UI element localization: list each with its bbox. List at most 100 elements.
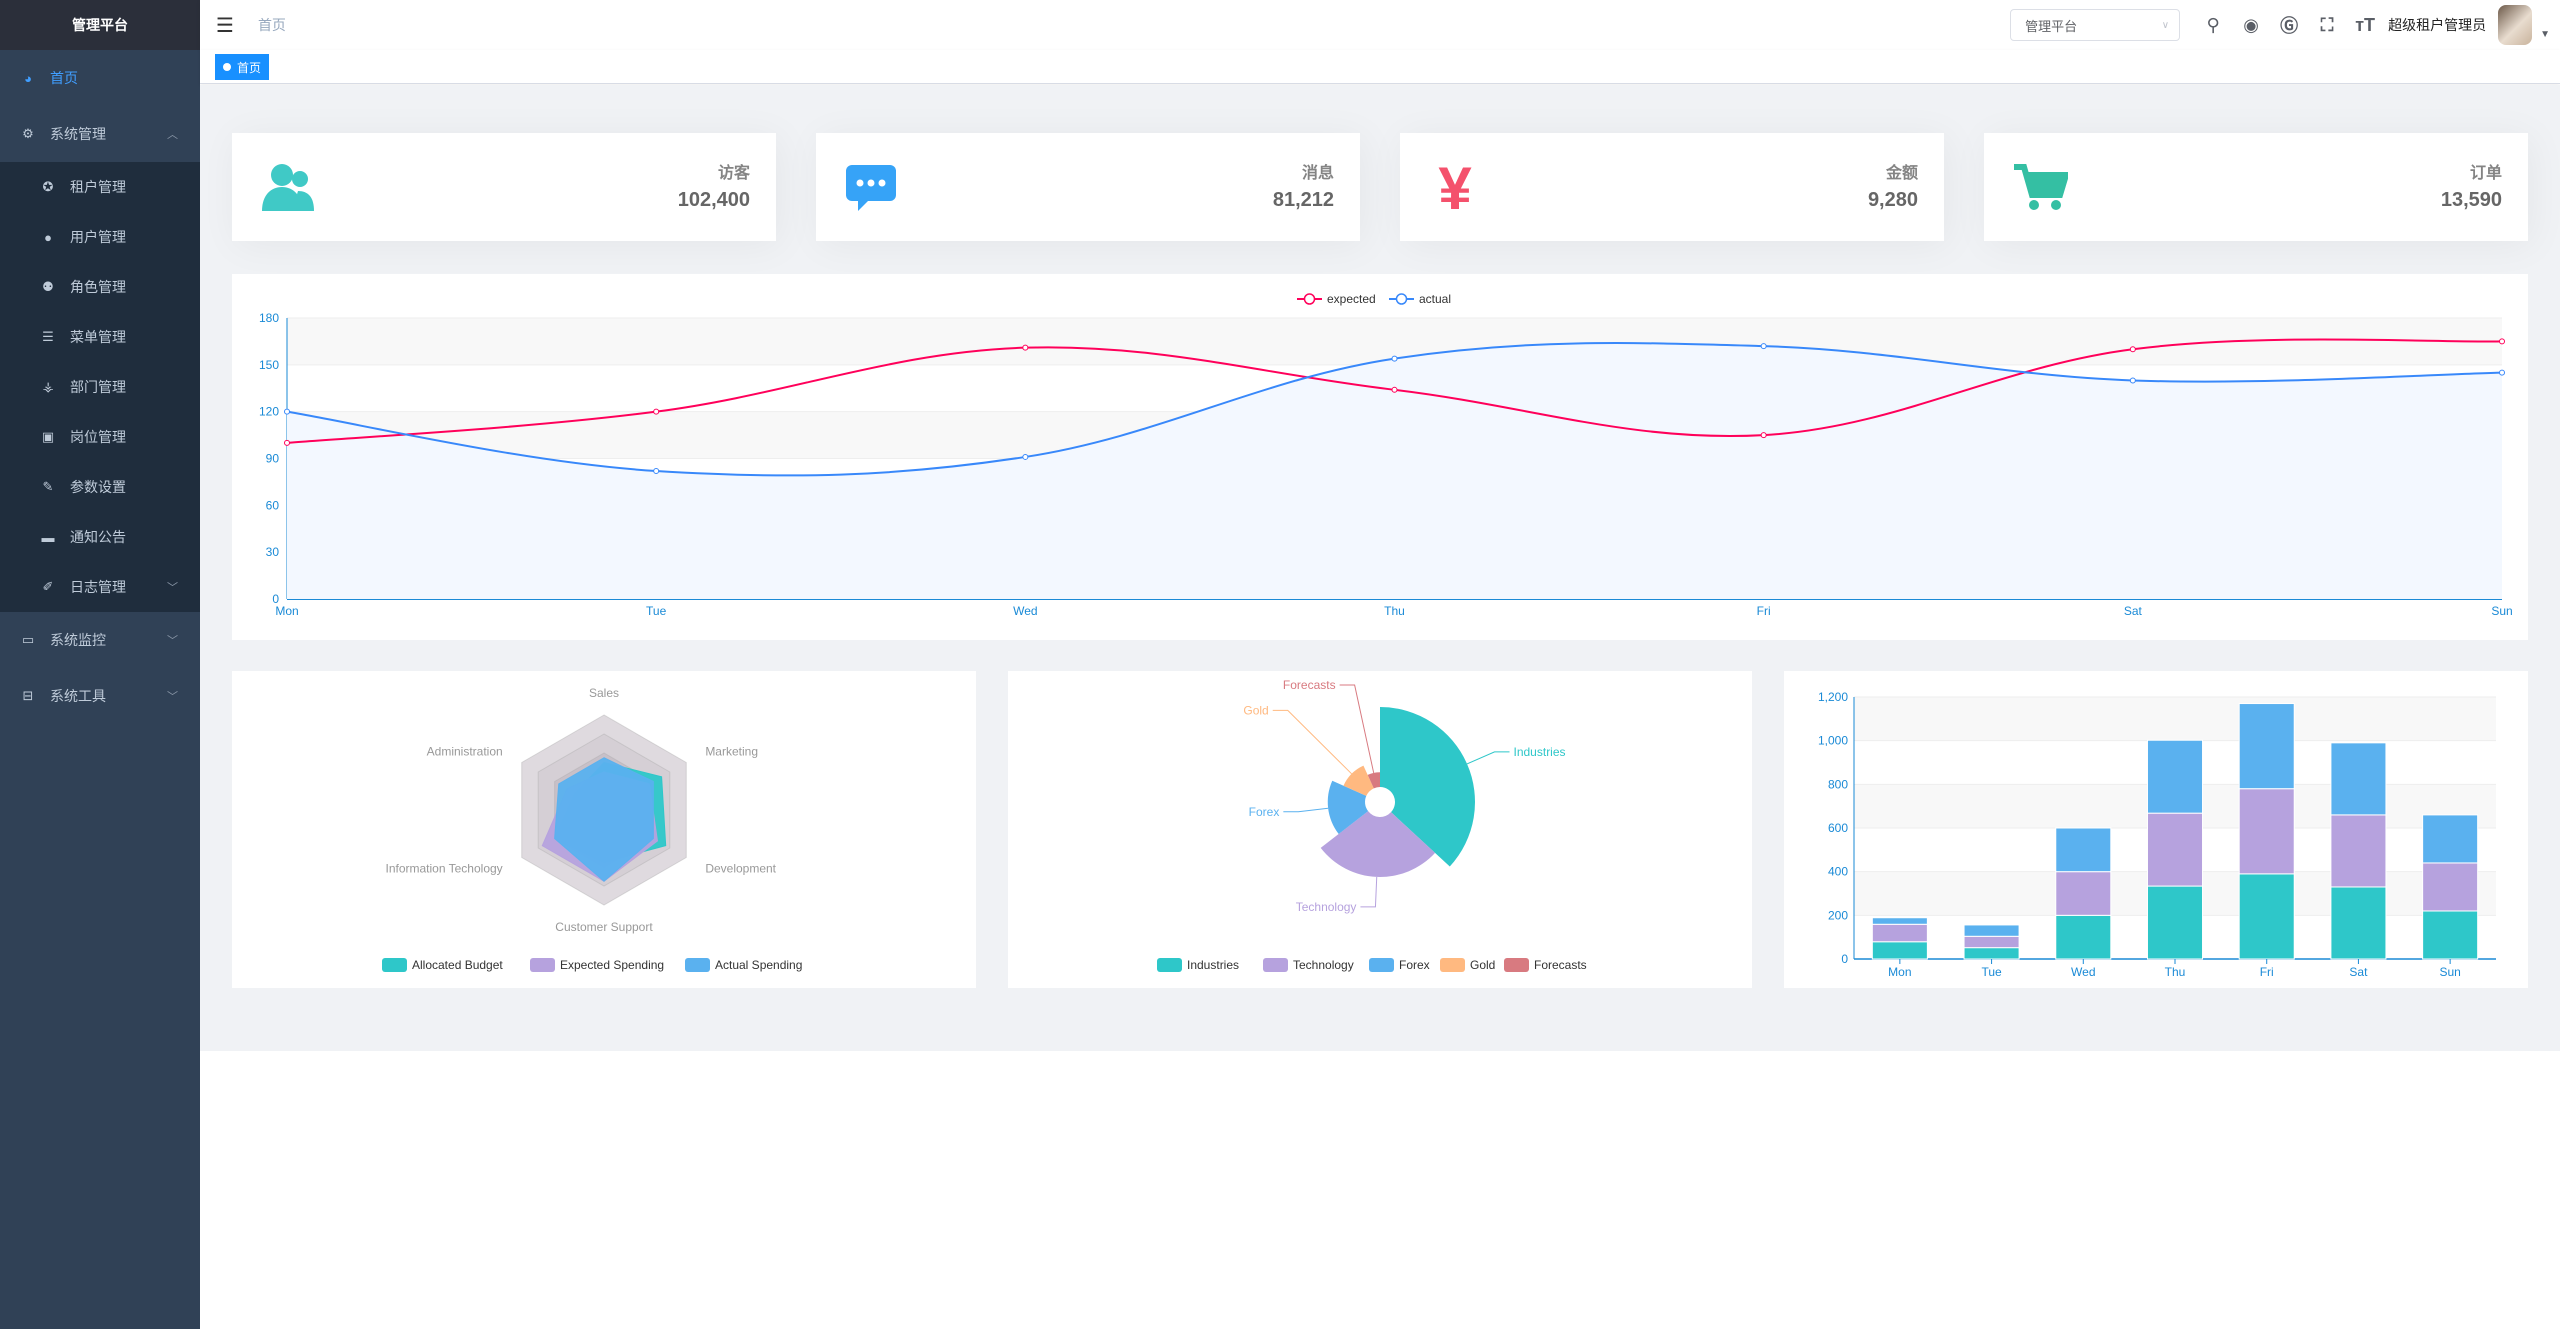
data-point — [653, 408, 660, 415]
data-point — [1391, 355, 1398, 362]
sidebar-item-user[interactable]: ● 用户管理 — [0, 212, 200, 262]
tag-home[interactable]: 首页 — [215, 54, 270, 80]
stat-card-value: 81,212 — [1272, 189, 1334, 211]
sidebar-item-label: 系统管理 — [50, 126, 106, 142]
search-icon[interactable]: ⚲ — [2194, 15, 2232, 36]
sidebar-item-log[interactable]: ✐ 日志管理 ﹀ — [0, 562, 200, 612]
chevron-down-icon: ∨ — [2161, 19, 2170, 31]
sidebar-item-label: 用户管理 — [70, 229, 126, 245]
legend-marker — [1395, 293, 1408, 305]
peoples-icon: ⚉ — [42, 279, 54, 294]
bar-pageC — [2330, 742, 2387, 816]
x-tick-label: Thu — [2165, 965, 2186, 979]
y-tick-label: 0 — [1841, 952, 1848, 966]
pie-label-line — [1339, 684, 1375, 774]
stat-card[interactable]: 订单 13,590 — [1984, 133, 2528, 241]
radar-indicator-label: Sales — [589, 686, 619, 700]
user-name[interactable]: 超级租户管理员 — [2388, 15, 2486, 35]
platform-select-value: 管理平台 — [2025, 18, 2078, 34]
bar-pageB — [1871, 923, 1928, 943]
legend-marker — [1303, 293, 1316, 305]
sidebar-item-tenant[interactable]: ✪ 租户管理 — [0, 162, 200, 212]
chevron-down-icon: ﹀ — [167, 582, 178, 594]
sidebar-item-monitor[interactable]: ▭ 系统监控 ﹀ — [0, 612, 200, 668]
monitor-icon: ▭ — [21, 632, 35, 647]
data-point — [1022, 344, 1029, 351]
pie-label-line — [1272, 709, 1352, 775]
stat-card[interactable]: 消息 81,212 — [816, 133, 1360, 241]
sidebar-item-role[interactable]: ⚉ 角色管理 — [0, 262, 200, 312]
pie-label: Forex — [1249, 805, 1280, 819]
legend-swatch — [1157, 958, 1182, 972]
radar-indicator-label: Administration — [427, 745, 503, 759]
message-icon: ▬ — [41, 529, 55, 545]
fullscreen-icon[interactable]: ⛶ — [2308, 15, 2346, 36]
edit-icon: ✎ — [42, 479, 54, 494]
sidebar-item-post[interactable]: ▣ 岗位管理 — [0, 412, 200, 462]
y-tick-label: 200 — [1828, 908, 1848, 922]
legend-label: Forex — [1399, 958, 1430, 972]
bar-pageA — [2238, 873, 2295, 960]
bar-chart-panel: 0 200 400 600 800 1,000 1,200 Mon Tue Wed Thu Fri Sa… — [1784, 671, 2528, 988]
radar-indicator-label: Marketing — [705, 745, 758, 759]
legend-label: Industries — [1187, 958, 1239, 972]
bar-pageB — [2238, 788, 2295, 875]
sidebar-item-home[interactable]: ◕ 首页 — [0, 50, 200, 106]
stat-card-value: 102,400 — [677, 189, 750, 211]
bar-pageB — [2422, 862, 2479, 912]
sidebar-item-dept[interactable]: ⚶ 部门管理 — [0, 362, 200, 412]
chevron-down-icon: ﹀ — [167, 691, 178, 703]
bar-pageB — [2055, 871, 2112, 916]
x-tick-label: Fri — [1757, 604, 1771, 618]
tool-icon: ⊟ — [22, 688, 34, 703]
hamburger-icon[interactable]: ☰ — [216, 13, 234, 38]
chevron-up-icon: ︿ — [167, 129, 178, 141]
x-tick-label: Sun — [2491, 604, 2512, 618]
font-size-icon[interactable]: тT — [2346, 15, 2384, 36]
sidebar-item-tool[interactable]: ⊟ 系统工具 ﹀ — [0, 668, 200, 724]
avatar[interactable] — [2498, 5, 2533, 45]
legend-label: Actual Spending — [715, 958, 802, 972]
sidebar-item-system[interactable]: ⚙ 系统管理 ︿ — [0, 106, 200, 162]
y-tick-label: 30 — [266, 545, 280, 559]
sidebar-item-label: 租户管理 — [70, 179, 126, 195]
dashboard-icon: ◕ — [24, 70, 32, 86]
y-tick-label: 600 — [1828, 821, 1848, 835]
sidebar-item-notice[interactable]: ▬ 通知公告 — [0, 512, 200, 562]
bar-pageC — [2146, 739, 2204, 814]
sidebar-item-config[interactable]: ✎ 参数设置 — [0, 462, 200, 512]
x-tick-label: Sun — [2439, 965, 2460, 979]
bar-pageC — [1963, 924, 2020, 937]
log-icon: ✐ — [42, 579, 54, 594]
bar-chart: 0 200 400 600 800 1,000 1,200 Mon Tue Wed Thu Fri Sa… — [1818, 690, 2496, 979]
y-tick-label: 60 — [266, 498, 280, 512]
data-point — [653, 467, 660, 474]
bar-pageB — [1963, 935, 2020, 949]
platform-select[interactable]: 管理平台 ∨ — [2010, 9, 2181, 41]
stat-card[interactable]: ¥ 金额 9,280 — [1400, 133, 1944, 241]
pie-chart: Industries Technology Forex Gold Forecasts In… — [1157, 678, 1587, 972]
bar-pageA — [1871, 941, 1928, 960]
tags-view: 首页 — [200, 50, 2560, 84]
docs-g-icon[interactable]: Ⓖ — [2270, 12, 2308, 38]
tag-label: 首页 — [237, 60, 262, 75]
y-tick-label: 800 — [1828, 777, 1848, 791]
x-tick-label: Wed — [2071, 965, 2095, 979]
legend-swatch — [1504, 958, 1529, 972]
tree-table-icon: ☰ — [42, 329, 54, 344]
stat-card[interactable]: 访客 102,400 — [232, 133, 776, 241]
stat-card-label: 金额 — [1885, 165, 1918, 182]
sidebar-item-label: 日志管理 — [70, 579, 126, 595]
legend-swatch — [530, 958, 555, 972]
chevron-down-icon: ﹀ — [167, 635, 178, 647]
radar-indicator-label: Development — [705, 862, 776, 876]
data-point — [2129, 346, 2136, 353]
y-tick-label: 90 — [266, 452, 280, 466]
sidebar-item-label: 菜单管理 — [70, 329, 126, 345]
data-point — [1760, 343, 1767, 350]
caret-down-icon[interactable]: ▼ — [2540, 29, 2550, 40]
github-icon[interactable]: ◉ — [2232, 15, 2270, 36]
sidebar-item-menu[interactable]: ☰ 菜单管理 — [0, 312, 200, 362]
data-point — [284, 408, 290, 415]
breadcrumb[interactable]: 首页 — [258, 15, 286, 35]
